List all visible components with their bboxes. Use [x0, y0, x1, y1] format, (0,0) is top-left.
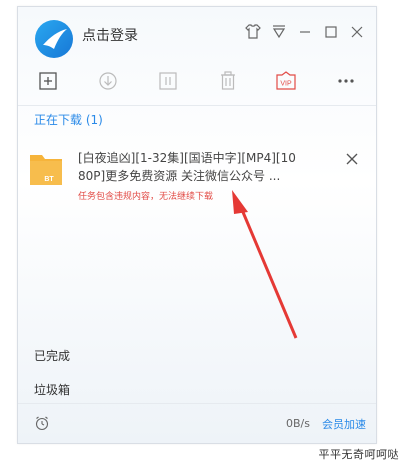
vip-accelerate-link[interactable]: 会员加速: [322, 416, 366, 432]
status-divider: [18, 403, 376, 404]
login-link[interactable]: 点击登录: [82, 25, 138, 45]
new-task-icon[interactable]: [36, 69, 60, 93]
minimize-icon[interactable]: [296, 23, 314, 41]
trash-link[interactable]: 垃圾箱: [34, 381, 70, 398]
toolbar: VIP: [18, 65, 376, 106]
downloading-section-title[interactable]: 正在下载 (1): [34, 111, 103, 128]
file-name-line-2: 80P]更多免费资源 关注微信公众号 ...: [78, 169, 281, 183]
menu-dropdown-icon[interactable]: [270, 23, 288, 41]
error-message: 任务包含违规内容，无法继续下载: [78, 192, 214, 202]
vip-icon[interactable]: VIP: [274, 69, 298, 93]
title-bar: 点击登录: [18, 7, 376, 61]
file-name: [白夜追凶][1-32集][国语中字][MP4][10 80P]更多免费资源 关…: [78, 149, 328, 185]
skin-shirt-icon[interactable]: [244, 23, 262, 41]
start-download-icon[interactable]: [96, 69, 120, 93]
maximize-icon[interactable]: [322, 23, 340, 41]
download-speed: 0B/s: [286, 417, 310, 430]
file-name-line-1: [白夜追凶][1-32集][国语中字][MP4][10: [78, 151, 296, 165]
app-logo-icon[interactable]: [34, 19, 74, 59]
bt-badge: BT: [44, 176, 54, 183]
remove-item-close-icon[interactable]: [344, 151, 360, 167]
more-icon[interactable]: [334, 69, 358, 93]
download-manager-window: 点击登录 VIP 正在下载 (1) BT [白夜追凶][1-32集][国语中字]…: [17, 6, 377, 444]
alarm-clock-icon[interactable]: [34, 415, 50, 431]
bt-folder-icon: BT: [30, 155, 62, 185]
vip-label: VIP: [280, 81, 292, 88]
completed-link[interactable]: 已完成: [34, 347, 70, 364]
pause-icon[interactable]: [156, 69, 180, 93]
close-window-icon[interactable]: [348, 23, 366, 41]
download-list-item[interactable]: BT [白夜追凶][1-32集][国语中字][MP4][10 80P]更多免费资…: [30, 143, 360, 223]
watermark-text: 平平无奇呵呵哒: [318, 448, 399, 461]
delete-trash-icon[interactable]: [216, 69, 240, 93]
